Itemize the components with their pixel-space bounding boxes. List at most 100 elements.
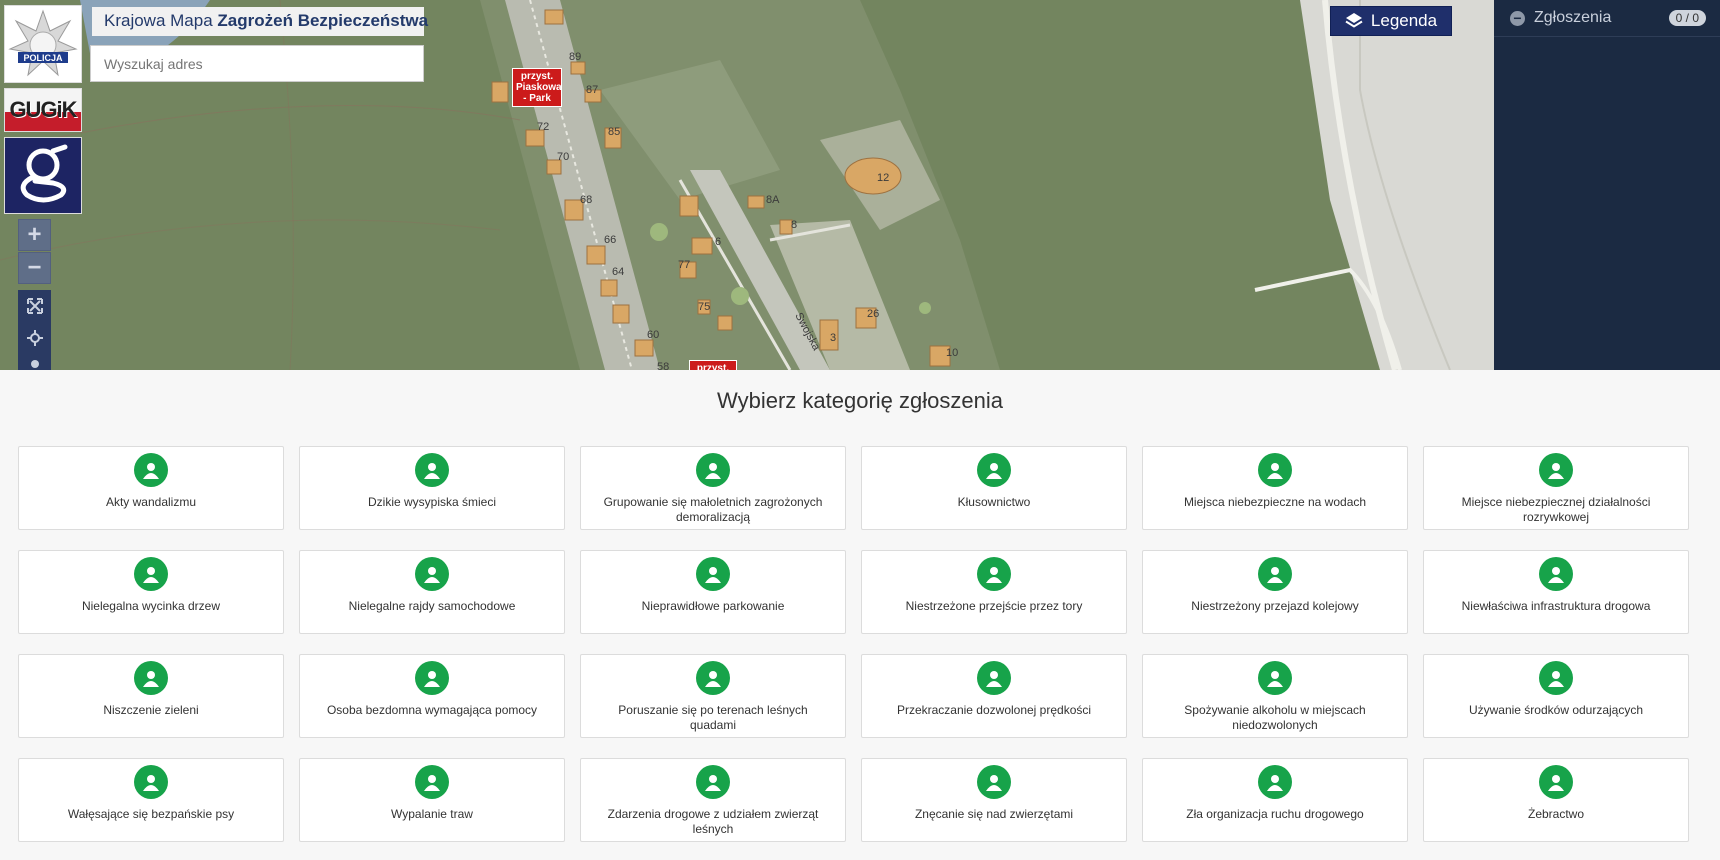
category-label: Poruszanie się po terenach leśnych quada… <box>618 703 808 732</box>
category-heading: Wybierz kategorię zgłoszenia <box>717 388 1003 413</box>
svg-text:89: 89 <box>569 51 581 63</box>
svg-text:10: 10 <box>946 347 958 359</box>
locate-icon[interactable] <box>27 330 43 346</box>
collapse-icon[interactable]: − <box>1510 10 1525 26</box>
more-tools-icon[interactable] <box>31 360 39 368</box>
bus-stop-pin[interactable]: przyst. Piaskowa - Park <box>512 68 562 107</box>
bus-stop-pin[interactable]: przyst. <box>689 360 737 370</box>
category-card[interactable]: Wałęsające się bezpańskie psy <box>18 758 284 842</box>
category-card[interactable]: Miejsca niebezpieczne na wodach <box>1142 446 1408 530</box>
category-card[interactable]: Zdarzenia drogowe z udziałem zwierząt le… <box>580 758 846 842</box>
begging-icon <box>1539 765 1573 799</box>
category-label: Niestrzeżone przejście przez tory <box>905 599 1083 613</box>
traffic-organization-icon <box>1258 765 1292 799</box>
category-label: Przekraczanie dozwolonej prędkości <box>896 703 1092 717</box>
dangerous-entertainment-icon <box>1539 453 1573 487</box>
category-label: Niszczenie zieleni <box>103 703 199 717</box>
category-label: Nieprawidłowe parkowanie <box>641 599 785 613</box>
category-label: Używanie środków odurzających <box>1468 703 1644 717</box>
svg-text:8: 8 <box>791 219 797 231</box>
svg-text:66: 66 <box>604 234 616 246</box>
car-race-icon <box>415 557 449 591</box>
police-star-icon: POLICJA <box>8 9 78 77</box>
category-card[interactable]: Używanie środków odurzających <box>1423 654 1689 738</box>
category-label: Wypalanie traw <box>391 807 473 821</box>
svg-text:6: 6 <box>715 236 721 248</box>
svg-text:3: 3 <box>830 332 836 344</box>
svg-text:60: 60 <box>647 329 659 341</box>
category-label: Spożywanie alkoholu w miejscach niedozwo… <box>1184 703 1366 732</box>
category-card[interactable]: Kłusownictwo <box>861 446 1127 530</box>
legend-button[interactable]: Legenda <box>1330 6 1452 36</box>
gugik-logo-text: GUGiK <box>9 97 77 122</box>
category-label: Kłusownictwo <box>957 495 1031 509</box>
trash-dump-icon <box>415 453 449 487</box>
category-card[interactable]: Grupowanie się małoletnich zagrożonych d… <box>580 446 846 530</box>
svg-text:75: 75 <box>698 301 710 313</box>
category-card[interactable]: Spożywanie alkoholu w miejscach niedozwo… <box>1142 654 1408 738</box>
category-card[interactable]: Niszczenie zieleni <box>18 654 284 738</box>
category-card[interactable]: Zła organizacja ruchu drogowego <box>1142 758 1408 842</box>
svg-text:64: 64 <box>612 266 624 278</box>
category-grid: Akty wandalizmu Dzikie wysypiska śmieci Gr… <box>18 446 1689 842</box>
category-label: Akty wandalizmu <box>105 495 197 509</box>
speeding-icon <box>977 661 1011 695</box>
category-label: Nielegalne rajdy samochodowe <box>348 599 516 613</box>
police-logo[interactable]: POLICJA <box>4 5 82 83</box>
category-label: Grupowanie się małoletnich zagrożonych d… <box>603 495 823 524</box>
reports-sidebar: − Zgłoszenia 0 / 0 <box>1494 0 1720 370</box>
police-logo-text: POLICJA <box>23 53 63 63</box>
category-card[interactable]: Poruszanie się po terenach leśnych quada… <box>580 654 846 738</box>
category-label: Miejsce niebezpiecznej działalności rozr… <box>1461 495 1651 524</box>
category-label: Wałęsające się bezpańskie psy <box>67 807 235 821</box>
category-card[interactable]: Akty wandalizmu <box>18 446 284 530</box>
youth-group-icon <box>696 453 730 487</box>
category-card[interactable]: Dzikie wysypiska śmieci <box>299 446 565 530</box>
stray-dog-icon <box>134 765 168 799</box>
category-label: Osoba bezdomna wymagająca pomocy <box>326 703 538 717</box>
address-search-input[interactable] <box>90 45 424 82</box>
category-label: Nielegalna wycinka drzew <box>81 599 221 613</box>
geoportal-logo[interactable] <box>4 137 82 214</box>
tree-cutting-icon <box>134 557 168 591</box>
svg-text:8A: 8A <box>766 194 780 206</box>
category-card[interactable]: Niestrzeżone przejście przez tory <box>861 550 1127 634</box>
category-section: Wybierz kategorię zgłoszenia Akty wandal… <box>0 370 1720 860</box>
category-card[interactable]: Nieprawidłowe parkowanie <box>580 550 846 634</box>
category-card[interactable]: Miejsce niebezpiecznej działalności rozr… <box>1423 446 1689 530</box>
track-crossing-icon <box>977 557 1011 591</box>
category-label: Niewłaściwa infrastruktura drogowa <box>1461 599 1651 613</box>
zoom-out-button[interactable]: − <box>18 252 51 284</box>
railway-crossing-icon <box>1258 557 1292 591</box>
drugs-icon <box>1539 661 1573 695</box>
svg-text:72: 72 <box>537 121 549 133</box>
app-title: Krajowa Mapa Zagrożeń Bezpieczeństwa <box>92 7 428 36</box>
category-card[interactable]: Wypalanie traw <box>299 758 565 842</box>
svg-text:77: 77 <box>678 259 690 271</box>
water-danger-icon <box>1258 453 1292 487</box>
category-label: Niestrzeżony przejazd kolejowy <box>1191 599 1359 613</box>
category-label: Znęcanie się nad zwierzętami <box>914 807 1074 821</box>
fullscreen-icon[interactable] <box>27 298 43 314</box>
category-card[interactable]: Niewłaściwa infrastruktura drogowa <box>1423 550 1689 634</box>
category-card[interactable]: Nielegalna wycinka drzew <box>18 550 284 634</box>
category-card[interactable]: Osoba bezdomna wymagająca pomocy <box>299 654 565 738</box>
quad-forest-icon <box>696 661 730 695</box>
homeless-person-icon <box>415 661 449 695</box>
vandalism-icon <box>134 453 168 487</box>
zoom-in-button[interactable]: + <box>18 219 51 251</box>
category-card[interactable]: Nielegalne rajdy samochodowe <box>299 550 565 634</box>
category-card[interactable]: Żebractwo <box>1423 758 1689 842</box>
svg-text:12: 12 <box>877 172 889 184</box>
category-label: Dzikie wysypiska śmieci <box>367 495 497 509</box>
legend-label: Legenda <box>1370 11 1438 30</box>
map-view[interactable]: 89 87 85 72 70 68 66 64 60 58 77 75 6 8A 8 3 26 12 1… <box>0 0 1494 370</box>
reports-title: Zgłoszenia <box>1534 9 1612 26</box>
app-title-light: Krajowa Mapa <box>104 11 213 30</box>
gugik-logo[interactable]: GUGiK <box>4 88 82 132</box>
category-card[interactable]: Przekraczanie dozwolonej prędkości <box>861 654 1127 738</box>
category-card[interactable]: Znęcanie się nad zwierzętami <box>861 758 1127 842</box>
category-card[interactable]: Niestrzeżony przejazd kolejowy <box>1142 550 1408 634</box>
reports-header[interactable]: − Zgłoszenia 0 / 0 <box>1494 0 1720 37</box>
category-label: Miejsca niebezpieczne na wodach <box>1183 495 1367 509</box>
